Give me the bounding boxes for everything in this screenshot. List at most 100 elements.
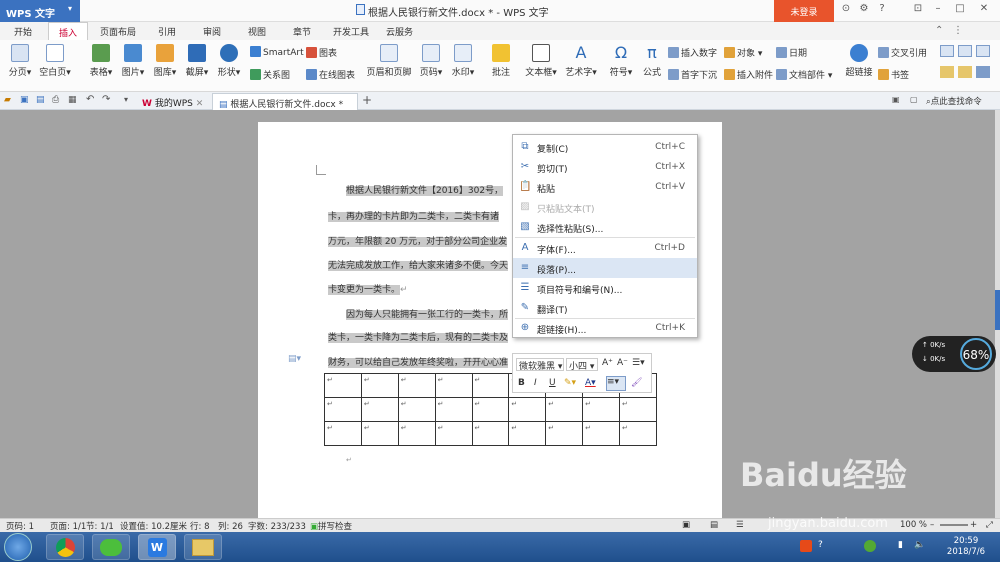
blank-page-button[interactable]: 空白页▾ bbox=[38, 44, 72, 78]
menu-item-font[interactable]: A 字体(F)... Ctrl+D bbox=[513, 238, 697, 258]
tab-mywps[interactable]: W 我的WPS ✕ bbox=[136, 93, 209, 110]
font-family-select[interactable]: 微软雅黑 ▾ bbox=[516, 358, 564, 372]
menu-start[interactable]: 开始 bbox=[14, 25, 32, 38]
screenshot-button[interactable]: 截屏▾ bbox=[184, 44, 210, 78]
zoom-in-icon[interactable]: + bbox=[970, 520, 977, 530]
insert-number-button[interactable]: 插入数字 bbox=[668, 46, 717, 59]
redo-icon[interactable]: ↷ bbox=[102, 94, 110, 105]
zoom-out-icon[interactable]: – bbox=[930, 520, 934, 530]
table-button[interactable]: 表格▾ bbox=[88, 44, 114, 78]
symbol-button[interactable]: Ω 符号▾ bbox=[608, 44, 634, 79]
menu-item-hyperlink[interactable]: ⊕ 超链接(H)... Ctrl+K bbox=[513, 318, 697, 338]
tool-icon-5[interactable] bbox=[958, 66, 972, 78]
shrink-font-icon[interactable]: A⁻ bbox=[617, 358, 628, 368]
tool-icon-1[interactable] bbox=[940, 45, 954, 57]
menu-item-copy[interactable]: ⧉ 复制(C) Ctrl+C bbox=[513, 137, 697, 157]
font-color-icon[interactable]: A▾ bbox=[585, 378, 596, 388]
tab-document[interactable]: ▤ 根据人民银行新文件.docx * ✕ bbox=[212, 93, 358, 120]
font-size-select[interactable]: 小四 ▾ bbox=[566, 358, 598, 372]
tool-icon-4[interactable] bbox=[940, 66, 954, 78]
view-icon-1[interactable]: ▣ bbox=[682, 520, 690, 530]
smartart-button[interactable]: SmartArt bbox=[250, 46, 304, 58]
collapse-ribbon-icon[interactable]: ⌃ bbox=[935, 25, 943, 36]
taskbar-chrome[interactable] bbox=[46, 534, 84, 560]
menu-item-paste-text[interactable]: ▨ 只粘贴文本(T) bbox=[513, 197, 697, 217]
menu-item-paste[interactable]: 📋 粘贴 Ctrl+V bbox=[513, 177, 697, 197]
watermark-button[interactable]: 水印▾ bbox=[450, 44, 476, 78]
settings-icon[interactable]: ⚙ bbox=[856, 3, 872, 19]
menu-view[interactable]: 视图 bbox=[248, 25, 266, 38]
tool-icon-6[interactable] bbox=[976, 66, 990, 78]
grow-font-icon[interactable]: A⁺ bbox=[602, 358, 613, 368]
doc-line-3[interactable]: 万元，年限额 20 万元，对于部分公司企业发 bbox=[328, 234, 508, 247]
save-icon[interactable]: ▣ bbox=[20, 95, 29, 105]
crossref-button[interactable]: 交叉引用 bbox=[878, 46, 927, 59]
scroll-thumb[interactable] bbox=[995, 290, 1000, 330]
gallery-button[interactable]: 图库▾ bbox=[152, 44, 178, 78]
quick-access-dropdown-icon[interactable]: ▾ bbox=[124, 95, 128, 104]
view-icon-3[interactable]: ☰ bbox=[736, 520, 744, 530]
doc-line-2[interactable]: 卡，再办理的卡片即为二类卡，二类卡有诸 bbox=[328, 209, 500, 222]
textbox-button[interactable]: 文本框▾ bbox=[524, 44, 558, 78]
page-break-button[interactable]: 分页▾ bbox=[6, 44, 34, 78]
underline-icon[interactable]: U bbox=[549, 378, 556, 388]
find-command[interactable]: ⌕点此查找命令 bbox=[926, 95, 982, 107]
start-button[interactable] bbox=[4, 533, 32, 561]
tray-security-icon[interactable] bbox=[864, 540, 876, 552]
new-tab-icon[interactable]: + bbox=[362, 93, 372, 107]
doc-line-8[interactable]: 财务，可以给自己发放年终奖啦，开开心心准 bbox=[328, 355, 509, 368]
menu-item-cut[interactable]: ✂ 剪切(T) Ctrl+X bbox=[513, 157, 697, 177]
comment-button[interactable]: 批注 bbox=[488, 44, 514, 78]
bookmark-button[interactable]: 书签 bbox=[878, 68, 909, 81]
menu-item-paragraph[interactable]: ≡ 段落(P)... bbox=[513, 258, 697, 278]
online-chart-button[interactable]: 在线图表 bbox=[306, 68, 355, 81]
maximize-icon[interactable]: □ bbox=[952, 3, 968, 19]
paragraph-layout-icon[interactable]: ▤▾ bbox=[288, 354, 301, 364]
docpart-button[interactable]: 文档部件 ▾ bbox=[776, 68, 832, 81]
highlight-icon[interactable]: ✎▾ bbox=[564, 378, 576, 388]
zoom-slider[interactable] bbox=[940, 524, 968, 526]
export-icon[interactable]: ▤ bbox=[36, 95, 45, 105]
doc-line-7[interactable]: 类卡，一类卡降为二类卡后，现有的二类卡及 bbox=[328, 330, 509, 343]
close-icon[interactable]: ✕ bbox=[976, 3, 992, 19]
header-footer-button[interactable]: 页眉和页脚 bbox=[366, 44, 412, 78]
doc-line-6[interactable]: 因为每人只能拥有一张工行的一类卡，所 bbox=[346, 307, 509, 320]
tool-icon-2[interactable] bbox=[958, 45, 972, 57]
formula-button[interactable]: π 公式 bbox=[640, 44, 664, 79]
undo-icon[interactable]: ↶ bbox=[86, 94, 94, 105]
network-icon[interactable]: ▮ bbox=[898, 540, 903, 550]
menu-item-paste-special[interactable]: ▧ 选择性粘贴(S)... bbox=[513, 217, 697, 237]
tool-icon-3[interactable] bbox=[976, 45, 990, 57]
print-icon[interactable]: ⎙ bbox=[52, 95, 59, 105]
tray-app-icon[interactable] bbox=[800, 540, 812, 552]
zoom-level[interactable]: 100 % bbox=[900, 520, 927, 530]
menu-item-bullets[interactable]: ☰ 项目符号和编号(N)... bbox=[513, 278, 697, 298]
hyperlink-button[interactable]: 超链接 bbox=[844, 44, 874, 78]
chart-button[interactable]: 图表 bbox=[306, 46, 337, 59]
menu-insert[interactable]: 插入 bbox=[48, 22, 88, 40]
picture-button[interactable]: 图片▾ bbox=[120, 44, 146, 78]
taskbar-wechat[interactable] bbox=[92, 534, 130, 560]
panel-icon[interactable]: ▣ bbox=[892, 95, 900, 104]
object-button[interactable]: 对象 ▾ bbox=[724, 46, 762, 59]
wordart-button[interactable]: A 艺术字▾ bbox=[564, 44, 598, 79]
taskbar-explorer[interactable] bbox=[184, 534, 222, 560]
dropcap-button[interactable]: 首字下沉 bbox=[668, 68, 717, 81]
attachment-button[interactable]: 插入附件 bbox=[724, 68, 773, 81]
restore-icon[interactable]: ⊡ bbox=[910, 3, 926, 19]
view-icon-2[interactable]: ▤ bbox=[710, 520, 718, 530]
spell-check-button[interactable]: ▣拼写检查 bbox=[310, 520, 352, 532]
preview-icon[interactable]: ▦ bbox=[68, 95, 77, 105]
page-number-button[interactable]: 页码▾ bbox=[418, 44, 444, 78]
menu-developer[interactable]: 开发工具 bbox=[333, 25, 369, 38]
align-icon[interactable]: ≡▾ bbox=[606, 376, 626, 391]
doc-line-1[interactable]: 根据人民银行新文件【2016】302号， bbox=[346, 183, 504, 196]
help-icon[interactable]: ? bbox=[874, 3, 890, 19]
doc-line-5[interactable]: 卡变更为一类卡。↵ bbox=[328, 282, 408, 295]
line-spacing-icon[interactable]: ☰▾ bbox=[632, 358, 645, 368]
menu-cloud[interactable]: 云服务 bbox=[386, 25, 413, 38]
wps-app-button[interactable]: WPS 文字 ▾ bbox=[0, 0, 80, 22]
open-folder-icon[interactable]: ▰ bbox=[4, 95, 11, 105]
menu-more-icon[interactable]: ⋮ bbox=[953, 25, 963, 36]
bold-icon[interactable]: B bbox=[518, 378, 525, 388]
